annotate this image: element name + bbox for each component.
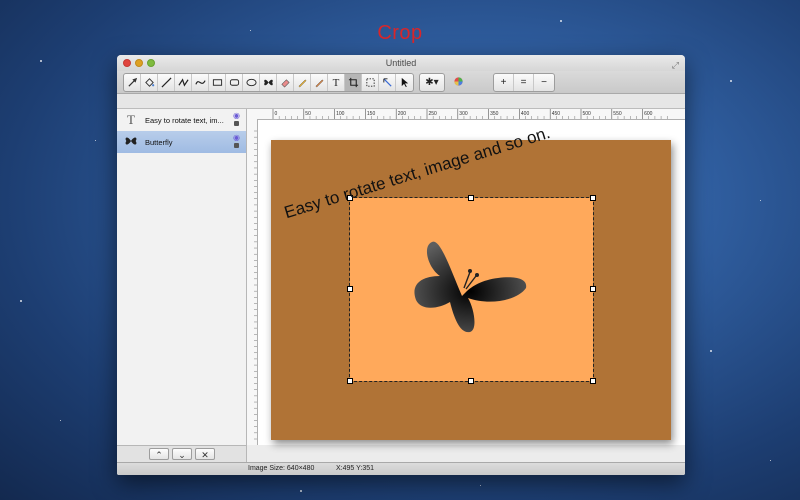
text-layer-icon: T (127, 112, 135, 127)
layer-item-butterfly[interactable]: Butterfly ◉ (117, 131, 246, 153)
line-icon[interactable] (158, 74, 175, 91)
ruler-label: 250 (429, 111, 438, 117)
crop-handle-bottom[interactable] (468, 378, 474, 384)
crop-handle-left[interactable] (347, 286, 353, 292)
rectangle-icon[interactable] (209, 74, 226, 91)
zigzag-icon[interactable] (175, 74, 192, 91)
crop-handle-top-right[interactable] (590, 195, 596, 201)
butterfly-shape-icon[interactable] (260, 74, 277, 91)
zoom-actual-button[interactable]: = (514, 74, 534, 91)
pen-icon[interactable] (311, 74, 328, 91)
toolbar: T ✱▾ + = − (117, 71, 685, 94)
gear-icon[interactable]: ✱▾ (420, 74, 444, 91)
layers-panel: T Easy to rotate text, im... ◉ Butterfly… (117, 109, 247, 445)
layer-item-text[interactable]: T Easy to rotate text, im... ◉ (117, 109, 246, 131)
cursor-coordinates: X:495 Y:351 (336, 465, 375, 472)
lock-icon[interactable] (234, 143, 239, 148)
ruler-label: 0 (275, 111, 278, 117)
ruler-ticks: 0 50 100 150 200 250 300 350 400 450 500 550 600 (272, 109, 668, 119)
layer-controls: ⌃ ⌄ ✕ (117, 445, 247, 463)
layer-name: Butterfly (145, 138, 173, 147)
ruler-label: 200 (398, 111, 407, 117)
tool-palette: T (123, 73, 414, 92)
ruler-label: 500 (583, 111, 592, 117)
zoom-window-button[interactable] (147, 59, 155, 67)
butterfly-image[interactable] (410, 228, 530, 348)
crop-handle-bottom-left[interactable] (347, 378, 353, 384)
eyedropper-icon[interactable] (124, 74, 141, 91)
move-layer-up-button[interactable]: ⌃ (149, 448, 169, 460)
layer-name: Easy to rotate text, im... (145, 116, 224, 125)
ruler-label: 350 (490, 111, 499, 117)
move-layer-down-button[interactable]: ⌄ (172, 448, 192, 460)
crop-handle-right[interactable] (590, 286, 596, 292)
butterfly-layer-icon (123, 134, 139, 150)
ruler-label: 100 (336, 111, 345, 117)
zoom-out-button[interactable]: − (534, 74, 554, 91)
ruler-label: 450 (552, 111, 561, 117)
zoom-in-button[interactable]: + (494, 74, 514, 91)
visibility-eye-icon[interactable]: ◉ (233, 111, 240, 120)
lasso-icon[interactable] (379, 74, 396, 91)
settings-group: ✱▾ (419, 73, 445, 92)
status-bar: Image Size: 640×480 X:495 Y:351 (117, 462, 685, 475)
text-icon[interactable]: T (328, 74, 345, 91)
title-bar[interactable]: Untitled ⤢ (117, 55, 685, 71)
rounded-rect-icon[interactable] (226, 74, 243, 91)
options-bar (117, 94, 685, 109)
ruler-label: 600 (644, 111, 653, 117)
minimize-window-button[interactable] (135, 59, 143, 67)
window-title: Untitled (385, 58, 417, 68)
ruler-label: 50 (305, 111, 311, 117)
paint-bucket-icon[interactable] (141, 74, 158, 91)
lock-icon[interactable] (234, 121, 239, 126)
crop-handle-bottom-right[interactable] (590, 378, 596, 384)
feature-banner: Crop (377, 22, 423, 44)
visibility-eye-icon[interactable]: ◉ (233, 133, 240, 142)
pencil-icon[interactable] (294, 74, 311, 91)
horizontal-ruler: 0 50 100 150 200 250 300 350 400 450 500 550 600 (247, 109, 685, 120)
ruler-label: 400 (521, 111, 530, 117)
image-size-label: Image Size: 640×480 (248, 465, 315, 472)
eraser-icon[interactable] (277, 74, 294, 91)
ruler-label: 300 (459, 111, 468, 117)
vertical-ruler (247, 119, 258, 445)
zoom-group: + = − (493, 73, 555, 92)
curve-icon[interactable] (192, 74, 209, 91)
delete-layer-button[interactable]: ✕ (195, 448, 215, 460)
pointer-icon[interactable] (396, 74, 413, 91)
ellipse-icon[interactable] (243, 74, 260, 91)
crop-icon[interactable] (345, 74, 362, 91)
color-group (450, 73, 467, 90)
color-picker-icon[interactable] (450, 73, 467, 90)
marquee-icon[interactable] (362, 74, 379, 91)
close-window-button[interactable] (123, 59, 131, 67)
crop-handle-top[interactable] (468, 195, 474, 201)
ruler-label: 150 (367, 111, 376, 117)
ruler-label: 550 (613, 111, 622, 117)
